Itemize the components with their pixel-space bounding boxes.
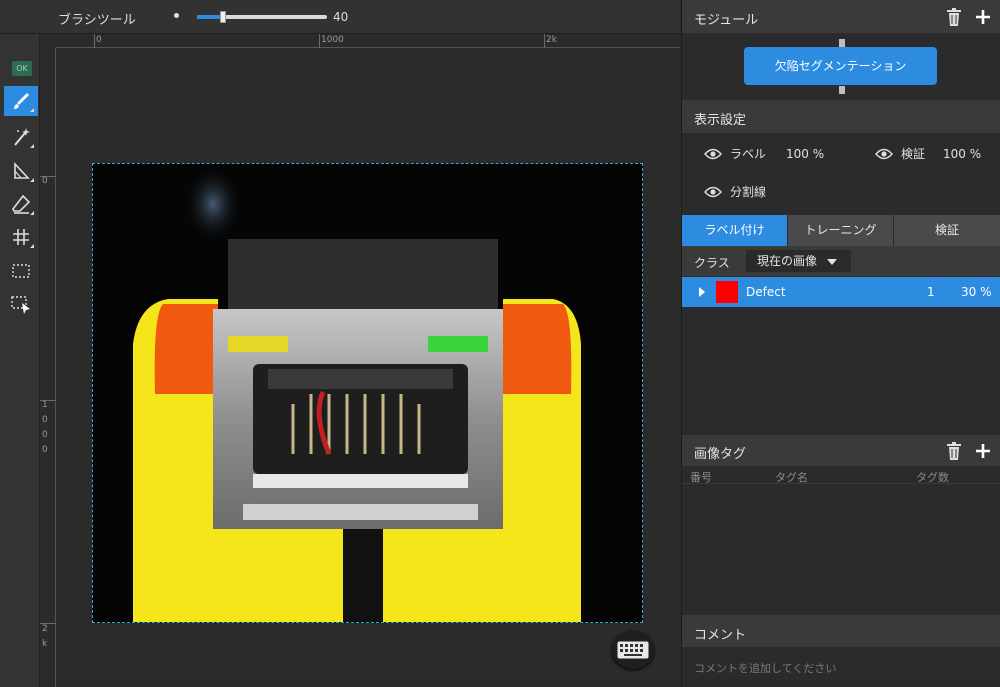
rect-select-icon <box>12 264 30 278</box>
delete-module-button[interactable] <box>944 7 964 27</box>
polygon-icon <box>14 161 30 179</box>
ruler-left: 0 1 0 0 0 2 k <box>40 48 56 687</box>
divider-visibility-text: 分割線 <box>730 185 767 199</box>
rect-select-tool-button[interactable] <box>4 256 38 286</box>
module-connector <box>839 86 845 94</box>
eraser-icon <box>12 194 31 214</box>
ruler-label: k <box>42 639 48 649</box>
mode-tabs: ラベル付け トレーニング 検証 <box>682 215 1000 246</box>
eye-icon[interactable] <box>704 148 722 160</box>
brush-dot-icon <box>174 13 179 18</box>
ruler-top: 0 1000 2k <box>56 34 680 48</box>
inspection-image[interactable] <box>92 163 643 623</box>
class-scope-value: 現在の画像 <box>757 254 818 268</box>
ruler-label: 1000 <box>321 35 344 45</box>
module-connector <box>839 39 845 47</box>
trash-icon <box>947 8 961 26</box>
class-row-defect[interactable]: Defect 1 30 % <box>682 277 1000 307</box>
ruler-label: 0 <box>42 430 48 440</box>
class-percent: 30 % <box>961 285 992 299</box>
ruler-label: 0 <box>42 415 48 425</box>
ruler-label: 2 <box>42 624 48 634</box>
right-panel: モジュール 欠陥セグメンテーション 表示設定 ラベル 100 % 検証 100 … <box>681 0 1000 687</box>
defect-segmentation-module-button[interactable]: 欠陥セグメンテーション <box>744 47 937 85</box>
column-tag-count: タグ数 <box>916 471 949 484</box>
submenu-corner-icon <box>30 178 34 182</box>
magic-wand-icon <box>14 128 30 146</box>
ruler-label: 1 <box>42 400 48 410</box>
image-tags-title: 画像タグ <box>694 447 747 462</box>
expand-arrow-icon[interactable] <box>699 287 705 297</box>
tag-table-header: 番号 タグ名 タグ数 <box>682 466 1000 484</box>
app-window: ブラシツール 40 OK 0 1000 2k 0 1 0 0 0 2 k モジュ… <box>0 0 1000 687</box>
connector-photo <box>93 164 642 622</box>
column-tag-name: タグ名 <box>775 471 808 484</box>
move-select-tool-button[interactable] <box>4 289 38 319</box>
brush-tool-button[interactable] <box>4 86 38 116</box>
submenu-corner-icon <box>30 244 34 248</box>
add-module-button[interactable] <box>973 7 993 27</box>
module-area: 欠陥セグメンテーション <box>682 33 1000 100</box>
brush-toolbar: ブラシツール 40 <box>0 0 680 34</box>
class-color-swatch[interactable] <box>716 281 738 303</box>
display-settings-header: 表示設定 <box>682 100 1000 133</box>
image-canvas[interactable] <box>57 49 680 687</box>
label-visibility-text: ラベル <box>730 147 767 161</box>
class-scope-select[interactable]: 現在の画像 <box>746 250 851 272</box>
eye-icon[interactable] <box>875 148 893 160</box>
ruler-label: 0 <box>96 35 102 45</box>
label-opacity-value[interactable]: 100 % <box>786 147 824 161</box>
comment-header: コメント <box>682 615 1000 647</box>
magic-wand-tool-button[interactable] <box>4 122 38 152</box>
ok-badge[interactable]: OK <box>12 61 32 76</box>
move-select-icon <box>11 296 30 314</box>
caret-down-icon <box>827 259 837 265</box>
slider-knob[interactable] <box>220 11 226 23</box>
grid-icon <box>13 229 29 245</box>
comment-title: コメント <box>694 628 747 643</box>
module-header: モジュール <box>682 0 1000 33</box>
verify-visibility-text: 検証 <box>901 147 926 161</box>
ruler-label: 0 <box>42 445 48 455</box>
keyboard-button[interactable] <box>612 631 654 669</box>
eye-icon[interactable] <box>704 186 722 198</box>
tool-strip: OK <box>0 34 40 687</box>
submenu-corner-icon <box>30 108 34 112</box>
verify-opacity-value[interactable]: 100 % <box>943 147 981 161</box>
module-title: モジュール <box>694 13 759 28</box>
comment-input[interactable]: コメントを追加してください <box>694 660 836 676</box>
class-count: 1 <box>927 285 935 299</box>
brush-size-value: 40 <box>333 10 349 24</box>
class-bar: クラス 現在の画像 <box>682 246 1000 276</box>
polygon-tool-button[interactable] <box>4 156 38 186</box>
tool-name: ブラシツール <box>58 13 136 28</box>
label-visibility-row[interactable]: ラベル 100 % <box>704 145 824 162</box>
trash-icon <box>947 442 961 460</box>
tab-labeling[interactable]: ラベル付け <box>682 215 788 246</box>
plus-icon <box>976 10 990 24</box>
image-tags-header: 画像タグ <box>682 435 1000 466</box>
brush-size-slider[interactable] <box>197 11 327 23</box>
brush-icon <box>14 93 29 109</box>
column-number: 番号 <box>690 471 712 484</box>
eraser-tool-button[interactable] <box>4 189 38 219</box>
add-tag-button[interactable] <box>973 441 993 461</box>
delete-tag-button[interactable] <box>944 441 964 461</box>
plus-icon <box>976 444 990 458</box>
ruler-label: 0 <box>42 176 48 186</box>
keyboard-icon <box>617 641 649 659</box>
class-name: Defect <box>746 285 786 299</box>
divider-visibility-row[interactable]: 分割線 <box>704 183 766 200</box>
submenu-corner-icon <box>30 144 34 148</box>
tab-training[interactable]: トレーニング <box>788 215 894 246</box>
submenu-corner-icon <box>30 211 34 215</box>
grid-tool-button[interactable] <box>4 222 38 252</box>
verify-visibility-row[interactable]: 検証 100 % <box>875 145 981 162</box>
display-settings-title: 表示設定 <box>694 113 747 128</box>
tab-verify[interactable]: 検証 <box>894 215 1000 246</box>
ruler-label: 2k <box>546 35 557 45</box>
class-label: クラス <box>694 256 730 270</box>
